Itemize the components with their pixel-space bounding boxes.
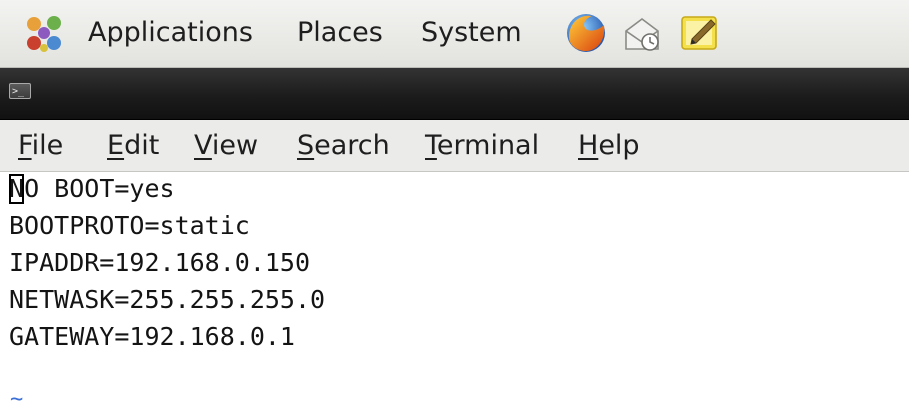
text-cursor: N xyxy=(9,174,25,204)
menu-search[interactable]: Search xyxy=(297,120,390,172)
menu-terminal[interactable]: Terminal xyxy=(425,120,539,172)
terminal-titlebar[interactable]: >_ xyxy=(0,68,909,120)
terminal-line: NETWASK=255.255.255.0 xyxy=(9,285,326,314)
notes-icon[interactable] xyxy=(678,11,722,55)
menu-applications[interactable]: Applications xyxy=(88,0,253,68)
terminal-line: GATEWAY=192.168.0.1 xyxy=(9,322,295,351)
terminal-line: IPADDR=192.168.0.150 xyxy=(9,248,311,277)
menu-system[interactable]: System xyxy=(421,0,522,68)
menu-places[interactable]: Places xyxy=(297,0,383,68)
menu-view[interactable]: View xyxy=(194,120,258,172)
menu-help[interactable]: Help xyxy=(578,120,640,172)
terminal-icon: >_ xyxy=(9,83,31,99)
menu-file[interactable]: File xyxy=(18,120,63,172)
terminal-menubar: File Edit View Search Terminal Help xyxy=(0,120,909,172)
terminal-line: NO BOOT=yes xyxy=(9,174,175,204)
terminal-text-area[interactable]: NO BOOT=yes BOOTPROTO=static IPADDR=192.… xyxy=(0,172,909,412)
firefox-icon[interactable] xyxy=(564,11,608,55)
mail-icon[interactable] xyxy=(620,11,664,55)
terminal-line: BOOTPROTO=static xyxy=(9,211,250,240)
empty-line-marker: ~ xyxy=(10,387,24,412)
menu-edit[interactable]: Edit xyxy=(107,120,159,172)
top-panel: Applications Places System xyxy=(0,0,909,68)
applications-icon[interactable] xyxy=(22,12,66,56)
